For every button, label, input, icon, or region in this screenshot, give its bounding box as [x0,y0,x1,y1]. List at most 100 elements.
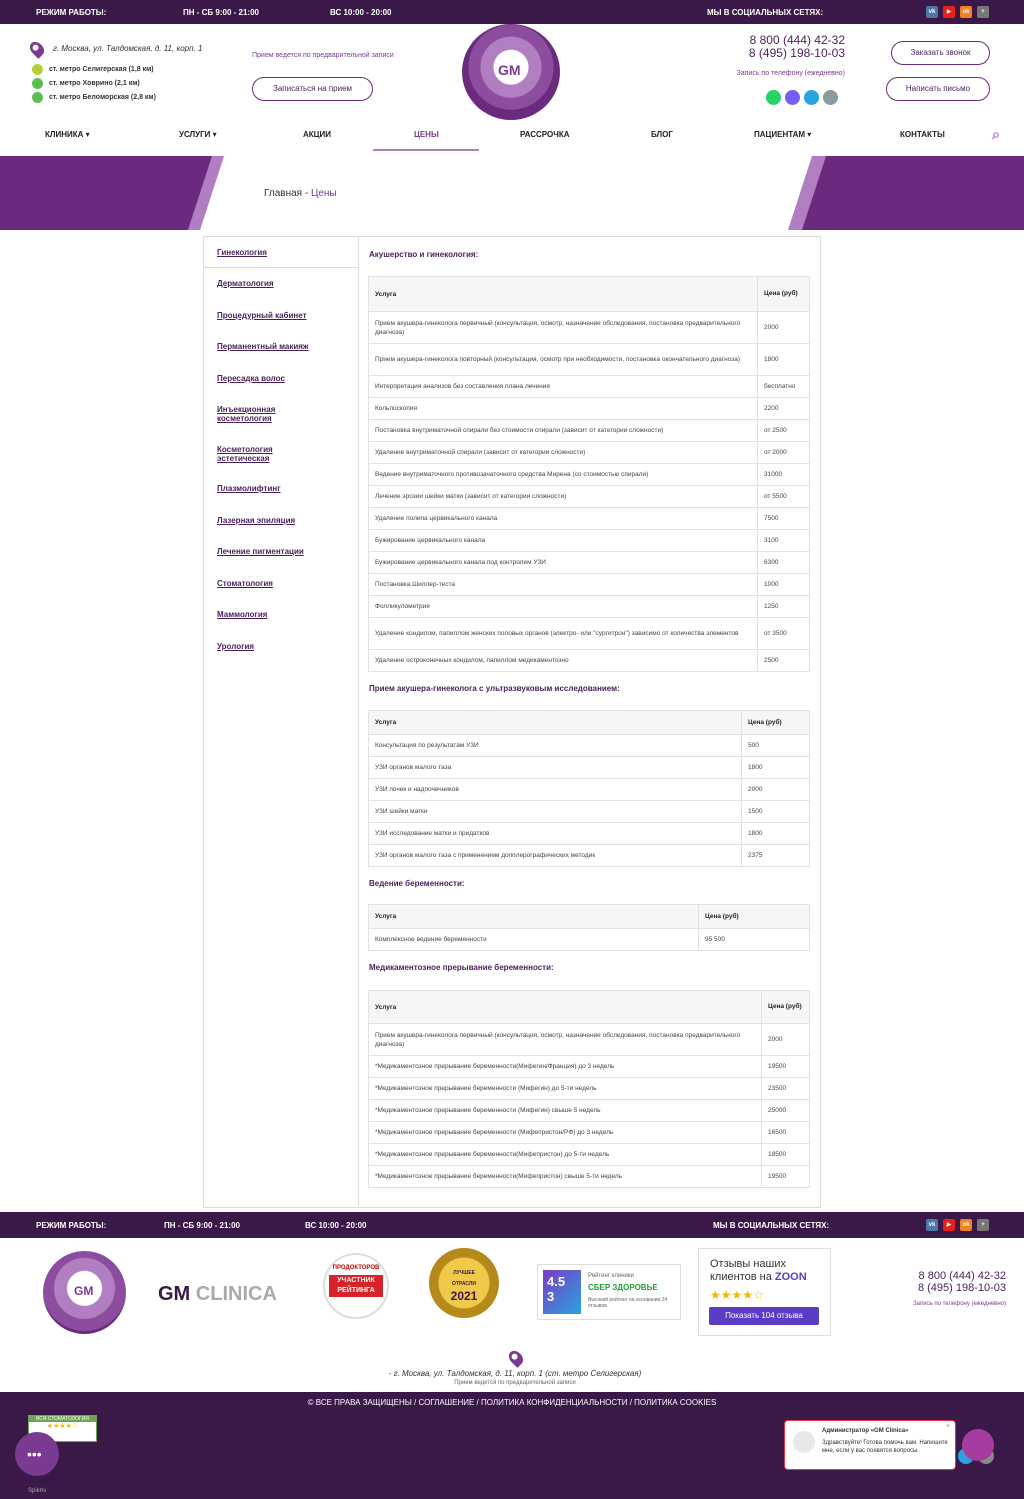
viber-icon[interactable] [785,90,800,105]
table-row: Постановка внутриматочной спирали без ст… [368,419,810,442]
price-table: Услуга Цена (руб) Прием акушера-гинеколог… [368,990,810,1188]
price-cell: 2000 [741,778,810,801]
footer-brand: GM CLINICA [158,1283,277,1305]
social-links: vk ▶ ok + [926,6,989,18]
whatsapp-icon[interactable] [766,90,781,105]
nav-patients[interactable]: ПАЦИЕНТАМ ▾ [754,130,811,139]
header-address: г. Москва, ул. Талдомская, д. 11, корп. … [53,44,203,53]
sidebar-item-urology[interactable]: Урология [217,642,337,651]
search-icon[interactable]: ⌕ [992,126,1000,143]
metro-item: ст. метро Селигерская (1,8 км) [32,64,154,75]
breadcrumb-current: Цены [310,188,337,199]
youtube-icon[interactable]: ▶ [943,1219,955,1231]
sidebar-item-dermatology[interactable]: Дерматология [217,279,337,288]
footer-phones: 8 800 (444) 42-32 8 (495) 198-10-03 [917,1270,1006,1294]
sidebar-item-pigmentation[interactable]: Лечение пигментации [217,547,337,556]
price-table: Услуга Цена (руб) Прием акушера-гинеколог… [368,276,810,672]
nav-clinic[interactable]: КЛИНИКА ▾ [45,130,90,139]
chat-popup[interactable]: Администратор «GM Clinica» Здравствуйте!… [784,1420,956,1470]
table-row: Удаление полипа цервикального канала 7500 [368,507,810,530]
breadcrumb-home[interactable]: Главная [264,188,302,199]
telegram-icon[interactable] [804,90,819,105]
table-row: Кольпоскопия 2200 [368,397,810,420]
hours-label: РЕЖИМ РАБОТЫ: [36,8,107,17]
write-letter-button[interactable]: Написать письмо [886,77,990,101]
section-title: Ведение беременности: [369,879,465,888]
sidebar-item-procedure[interactable]: Процедурный кабинет [217,311,337,320]
service-cell: Постановка внутриматочной спирали без ст… [368,419,758,442]
vk-icon[interactable]: vk [926,6,938,18]
section-title: Акушерство и гинекология: [369,250,479,259]
phone-icon[interactable] [823,90,838,105]
prodoctorov-badge[interactable]: ПРОДОКТОРОВ УЧАСТНИК РЕЙТИНГА [323,1253,389,1319]
odnoklassniki-icon[interactable]: ok [960,6,972,18]
service-cell: *Медикаментозное прерывание беременности… [368,1143,762,1166]
footer-social-links: vk ▶ ok + [926,1219,989,1231]
table-row: *Медикаментозное прерывание беременности… [368,1143,810,1166]
location-pin-icon [506,1348,526,1368]
price-cell: 1250 [757,595,810,618]
price-cell: 2500 [757,649,810,672]
location-pin-icon [27,39,47,59]
sidebar-item-plasmolifting[interactable]: Плазмолифтинг [217,484,337,493]
footer: GM GM CLINICA ПРОДОКТОРОВ УЧАСТНИК РЕЙТИ… [0,1238,1024,1392]
price-cell: 31000 [757,463,810,486]
table-row: УЗИ органов малого таза 1800 [368,756,810,779]
service-cell: Удаление полипа цервикального канала [368,507,758,530]
metro-dot-icon [32,78,43,89]
bottom-bar: © ВСЕ ПРАВА ЗАЩИЩЕНЫ / СОГЛАШЕНИЕ / ПОЛИ… [0,1392,1024,1499]
metro-item: ст. метро Беломорская (2,8 км) [32,92,156,103]
table-row: *Медикаментозное прерывание беременности… [368,1077,810,1100]
sidebar-item-hair-transplant[interactable]: Пересадка волос [217,374,337,383]
odnoklassniki-icon[interactable]: ok [960,1219,972,1231]
nav-active-underline [373,149,479,151]
sber-rating-badge[interactable]: 4.5 3 Рейтинг клиники СБЕР ЗДОРОВЬЕ Высок… [537,1264,681,1320]
service-cell: Фолликулометрия [368,595,758,618]
service-cell: УЗИ органов малого таза с применением до… [368,844,742,867]
plus-icon[interactable]: + [977,6,989,18]
nav-contacts[interactable]: КОНТАКТЫ [900,130,945,139]
copyright-links[interactable]: © ВСЕ ПРАВА ЗАЩИЩЕНЫ / СОГЛАШЕНИЕ / ПОЛИ… [0,1398,1024,1407]
section-title: Медикаментозное прерывание беременности: [369,963,554,972]
chat-bubble-icon[interactable] [962,1429,994,1461]
table-row: *Медикаментозное прерывание беременности… [368,1055,810,1078]
sidebar-item-dentistry[interactable]: Стоматология [217,579,337,588]
top-bar: РЕЖИМ РАБОТЫ: ПН - СБ 9:00 - 21:00 ВС 10… [0,0,1024,24]
sunday-hours: ВС 10:00 - 20:00 [330,8,392,17]
show-reviews-button[interactable]: Показать 104 отзыва [709,1307,819,1325]
sidebar-item-injection[interactable]: Инъекционная косметология [217,405,297,423]
sidebar-item-laser[interactable]: Лазерная эпиляция [217,516,337,525]
sidebar-item-cosmetology[interactable]: Косметология эстетическая [217,445,297,463]
sidebar-item-permanent-makeup[interactable]: Перманентный макияж [217,342,337,351]
plus-icon[interactable]: + [977,1219,989,1231]
nav-promotions[interactable]: АКЦИИ [303,130,331,139]
footer-logo[interactable]: GM [43,1251,126,1334]
messengers [766,90,838,105]
sidebar-item-mammology[interactable]: Маммология [217,610,337,619]
service-cell: Ведение внутриматочного противозачаточно… [368,463,758,486]
close-icon[interactable]: × [946,1423,950,1430]
appointment-button[interactable]: Записаться на прием [252,77,373,101]
table-row: Бужирование цервикального канала под кон… [368,551,810,574]
nav-services[interactable]: УСЛУГИ ▾ [179,130,217,139]
clinic-logo[interactable]: GM [462,24,560,120]
table-row: Комплексное ведение беременности 95 500 [368,928,810,951]
chat-launcher-icon[interactable]: ••• [15,1432,59,1476]
logo-text: GM [498,62,521,78]
sidebar-item-gynecology[interactable]: Гинекология [217,248,337,257]
price-cell: от 2500 [757,419,810,442]
callback-button[interactable]: Заказать звонок [891,41,990,65]
youtube-icon[interactable]: ▶ [943,6,955,18]
phone-note: Запись по телефону (ежедневно) [736,70,846,77]
price-cell: от 5500 [757,485,810,508]
nav-prices[interactable]: ЦЕНЫ [414,130,439,139]
table-row: Бужирование цервикального канала 3100 [368,529,810,552]
nav-blog[interactable]: БЛОГ [651,130,673,139]
phone-2[interactable]: 8 (495) 198-10-03 [700,47,845,60]
chat-brand: Spikmi [28,1488,47,1494]
vk-icon[interactable]: vk [926,1219,938,1231]
nav-installment[interactable]: РАССРОЧКА [520,130,570,139]
table-row: УЗИ шейки матки 1500 [368,800,810,823]
table-row: УЗИ органов малого таза с применением до… [368,844,810,867]
service-cell: Постановка Шиллер-теста [368,573,758,596]
